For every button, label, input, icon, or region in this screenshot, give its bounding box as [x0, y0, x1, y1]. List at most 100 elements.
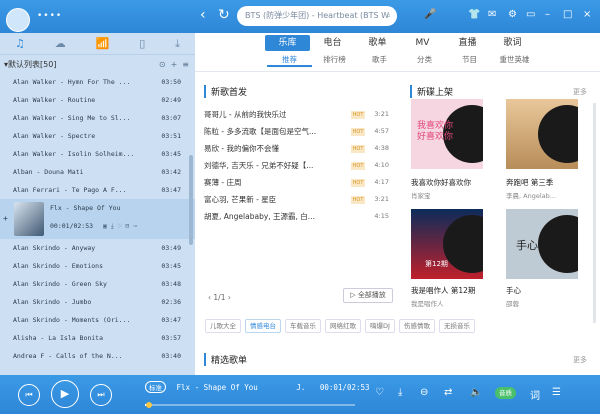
content-scrollbar[interactable]	[593, 103, 596, 323]
add-icon[interactable]: +	[3, 210, 8, 228]
list-item[interactable]: Alan Skrindo - Emotions 03:45	[0, 257, 195, 275]
more-link[interactable]: 更多	[573, 355, 587, 365]
subtab-programs[interactable]: 节目	[447, 53, 492, 67]
list-item[interactable]: Alisha - La Isla Bonita 03:57	[0, 329, 195, 347]
previous-button[interactable]: ⏮	[18, 384, 40, 406]
album-artist[interactable]: 李晨, Angelab...	[506, 190, 556, 200]
sound-quality-button[interactable]: 音质	[495, 387, 516, 399]
radio-icon[interactable]: 📶	[96, 37, 110, 50]
list-item[interactable]: 陈粒 - 多多流歌【是面包是空气... HOT 4:57	[204, 123, 394, 140]
add-icon[interactable]: +	[171, 60, 178, 69]
heart-icon[interactable]: ♡	[118, 222, 122, 230]
list-item[interactable]: Alan Walker - Isolin Solheim... 03:45	[0, 145, 195, 163]
more-icon[interactable]: ⋯	[133, 222, 137, 230]
list-item[interactable]: Alan Skrindo - Anyway 03:49	[0, 239, 195, 257]
album-card[interactable]	[506, 99, 578, 169]
list-item[interactable]: 胡夏, Angelababy, 王源霸, 白... 4:15	[204, 208, 394, 225]
tab-radio[interactable]: 电台	[310, 35, 355, 51]
category-tag[interactable]: 伤感情歌	[398, 319, 435, 333]
list-item[interactable]: Alan Walker - Routine 02:49	[0, 91, 195, 109]
list-item[interactable]: Alan Ferrari - Te Pago A F... 03:47	[0, 181, 195, 199]
list-item[interactable]: Alan Skrindo - Moments (Ori... 03:47	[0, 311, 195, 329]
new-albums-title[interactable]: 新碟上架	[410, 85, 453, 98]
list-item[interactable]: Alan Walker - Hymn For The ... 03:50	[0, 73, 195, 91]
tab-live[interactable]: 直播	[445, 35, 490, 51]
subtab-categories[interactable]: 分类	[402, 53, 447, 67]
album-title[interactable]: 我喜欢你好喜欢你	[411, 177, 471, 188]
album-title[interactable]: 手心	[506, 285, 521, 296]
download-icon[interactable]: ⤓	[175, 37, 180, 51]
volume-icon[interactable]: 🔈	[470, 387, 482, 398]
next-button[interactable]: ⏭	[90, 384, 112, 406]
subtab-artists[interactable]: 歌手	[357, 53, 402, 67]
tab-playlists[interactable]: 歌单	[355, 35, 400, 51]
list-item[interactable]: Alan Skrindo - Jumbo 02:36	[0, 293, 195, 311]
cloud-icon[interactable]: ☁	[55, 37, 66, 50]
category-tag[interactable]: 无损音乐	[438, 319, 475, 333]
list-item[interactable]: 刘德华, 吉天乐 - 兄弟不好疑【... HOT 4:10	[204, 157, 394, 174]
play-all-button[interactable]: ▷ 全部播放	[343, 288, 393, 303]
prev-page-icon[interactable]: ‹	[208, 293, 211, 302]
album-card[interactable]: 我喜欢你好喜欢你	[411, 99, 483, 169]
next-page-icon[interactable]: ›	[228, 293, 231, 302]
search-input[interactable]: BTS (防弹少年团) - Heartbeat (BTS W ⌕	[237, 6, 397, 26]
subtab-recommend[interactable]: 推荐	[267, 53, 312, 67]
playlist-header[interactable]: ▾ 默认列表[50] ⊙ + ≡	[0, 55, 195, 73]
delete-icon[interactable]: ⊟	[125, 222, 129, 230]
album-card[interactable]: 手心	[506, 209, 578, 279]
list-item[interactable]: Alan Walker - Sing Me to Sl... 03:07	[0, 109, 195, 127]
locate-icon[interactable]: ⊙	[159, 60, 166, 69]
username[interactable]: ••••	[37, 11, 62, 21]
album-title[interactable]: 我是唱作人 第12期	[411, 285, 475, 296]
search-icon[interactable]: ⌕	[387, 6, 391, 26]
category-tag[interactable]: 网络红歌	[325, 319, 361, 333]
subtab-heroes[interactable]: 重世英雄	[492, 53, 537, 67]
more-icon[interactable]: ⊖	[420, 387, 428, 398]
list-item[interactable]: 哥哥儿 - 从前的我快乐过 HOT 3:21	[204, 106, 394, 123]
avatar[interactable]	[6, 8, 30, 32]
album-artist[interactable]: 我是唱作人	[411, 298, 444, 308]
category-tag[interactable]: 儿歌大全	[205, 319, 241, 333]
new-songs-title[interactable]: 新歌首发	[204, 85, 247, 98]
tab-library[interactable]: 乐库	[265, 35, 310, 51]
gear-icon[interactable]: ⚙	[508, 9, 517, 20]
album-card[interactable]: 第12期	[411, 209, 483, 279]
left-scrollbar[interactable]	[189, 155, 193, 245]
list-item[interactable]: Alan Walker - Spectre 03:51	[0, 127, 195, 145]
category-tag[interactable]: 车载音乐	[285, 319, 321, 333]
refresh-icon[interactable]: ↻	[218, 7, 230, 23]
close-icon[interactable]: ×	[583, 9, 591, 20]
list-item[interactable]: Andrea F - Calls of the N... 03:40	[0, 347, 195, 365]
category-tag[interactable]: 嗨爆DJ	[365, 319, 395, 333]
back-arrow-icon[interactable]: ‹	[200, 7, 206, 23]
album-artist[interactable]: 肖家宝	[411, 190, 431, 200]
list-item[interactable]: Alban - Douna Mati 03:42	[0, 163, 195, 181]
download-icon[interactable]: ⤓	[111, 222, 114, 230]
playing-list-item[interactable]: + Flx - Shape Of You 00:01/02:53 ▣ ⤓ ♡ ⊟…	[0, 199, 195, 239]
list-item[interactable]: Alan Skrindo - Green Sky 03:48	[0, 275, 195, 293]
playlist-icon[interactable]: ☰	[552, 387, 561, 398]
mini-mode-icon[interactable]: ▭	[526, 9, 535, 20]
mv-icon[interactable]: ▣	[103, 222, 107, 230]
play-button[interactable]: ▶	[51, 380, 79, 408]
maximize-icon[interactable]: □	[563, 9, 572, 20]
album-artist[interactable]: 邵蓉	[506, 298, 519, 308]
subtab-charts[interactable]: 排行榜	[312, 53, 357, 67]
list-item[interactable]: 易欣 - 我的偏你不会懂 HOT 4:38	[204, 140, 394, 157]
minimize-icon[interactable]: –	[545, 9, 550, 20]
more-link[interactable]: 更多	[573, 87, 587, 97]
music-note-icon[interactable]: ♫	[15, 37, 25, 50]
messages-icon[interactable]: ✉	[488, 9, 496, 20]
list-item[interactable]: 富心羽, 芒果新 - 星臣 HOT 3:21	[204, 191, 394, 208]
tab-lyrics[interactable]: 歌词	[490, 35, 535, 51]
album-title[interactable]: 奔跑吧 第三季	[506, 177, 553, 188]
lyrics-icon[interactable]: 词	[530, 387, 540, 402]
progress-bar[interactable]	[145, 402, 355, 408]
list-item[interactable]: 赛薄 - 庄周 HOT 4:17	[204, 174, 394, 191]
heart-icon[interactable]: ♡	[375, 387, 384, 398]
phone-icon[interactable]: ▯	[139, 37, 145, 50]
repeat-icon[interactable]: ⇄	[444, 387, 452, 398]
category-tag[interactable]: 情感电台	[245, 319, 281, 333]
menu-icon[interactable]: ≡	[182, 60, 189, 69]
lyrics-tag[interactable]: J.	[296, 383, 305, 392]
